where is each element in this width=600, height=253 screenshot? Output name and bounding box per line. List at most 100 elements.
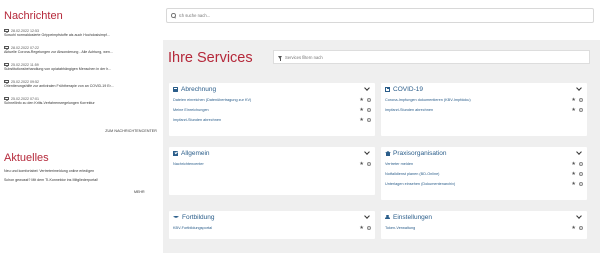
service-link[interactable]: Dateien einreichen (Datenübertragung zur… [173,98,359,102]
info-icon[interactable]: i [578,97,583,103]
mail-icon [4,45,9,50]
service-link[interactable]: Vertreter melden [385,162,571,166]
info-icon[interactable]: i [578,181,583,187]
star-icon[interactable]: ★ [359,225,363,231]
news-item[interactable]: 25.02.2022 11:59 Substitutionsbehandlung… [4,62,159,72]
search-icon [171,13,176,18]
chevron-down-icon[interactable] [364,85,370,91]
news-text[interactable]: Schnellinfo zu den Kritis-Verfahrensrege… [4,101,159,106]
update-line[interactable]: Neu und komfortabel: Vertreterimeldung o… [4,169,94,173]
service-item[interactable]: Vertreter melden ★ i [381,159,587,169]
info-icon[interactable]: i [366,117,371,123]
service-card-abrechnung: Abrechnung Dateien einreichen (Datenüber… [169,83,375,136]
card-header[interactable]: Praxisorganisation [381,147,587,159]
service-link[interactable]: Nachrichtencenter [173,162,359,166]
news-item[interactable]: 25.02.2022 09:52 Orientierungshilfe zur … [4,79,159,89]
service-item[interactable]: Notfalldienst planen (BD-Online) ★ i [381,169,587,179]
card-title: COVID-19 [393,85,423,93]
info-icon[interactable]: i [366,97,371,103]
user-icon [385,214,390,220]
mail-icon [4,28,9,33]
news-item[interactable]: 28.02.2022 12:53 Sowohl normaldosierte G… [4,28,159,38]
info-icon[interactable]: i [366,161,371,167]
star-icon[interactable]: ★ [571,97,575,103]
service-link[interactable]: Corona-Impfungen dokumentieren (KBV-Impf… [385,98,571,102]
service-link[interactable]: Notfalldienst planen (BD-Online) [385,172,571,176]
news-item[interactable]: 28.02.2022 07:22 Aktuelle Corona-Regelun… [4,45,159,55]
services-filter[interactable] [273,50,590,64]
news-section-title: Nachrichten [4,10,63,22]
updates-section-title: Aktuelles [4,152,49,164]
service-card-einstellungen: Einstellungen Token-Verwaltung ★ i [381,211,587,239]
checkbox-icon [173,150,178,156]
house-icon [385,150,391,156]
service-item[interactable]: Corona-Impfungen dokumentieren (KBV-Impf… [381,95,587,105]
star-icon[interactable]: ★ [359,161,363,167]
update-line[interactable]: Schon gewusst? Mit dem TI-Konnektor ins … [4,178,98,182]
card-header[interactable]: COVID-19 [381,83,587,95]
news-center-link[interactable]: ZUM NACHRICHTENCENTER [84,129,157,133]
mail-icon [4,96,9,101]
news-text[interactable]: Substitutionsbehandlung von opiatabhängi… [4,67,159,72]
service-card-covid-19: COVID-19 Corona-Impfungen dokumentieren … [381,83,587,136]
service-card-allgemein: Allgemein Nachrichtencenter ★ i [169,147,375,195]
info-icon[interactable]: i [578,171,583,177]
news-date: 28.02.2022 07:22 [11,45,39,50]
service-link[interactable]: Unterlagen einsehen (Dokumentenarchiv) [385,182,571,186]
service-link[interactable]: Meine Einreichungen [173,108,359,112]
card-header[interactable]: Abrechnung [169,83,375,95]
service-item[interactable]: Meine Einreichungen ★ i [169,105,375,115]
star-icon[interactable]: ★ [571,107,575,113]
news-date: 28.02.2022 12:53 [11,28,39,33]
news-text[interactable]: Orientierungshilfe zur antiviralen Früht… [4,84,159,89]
info-icon[interactable]: i [578,161,583,167]
services-title: Ihre Services [168,50,253,66]
chevron-down-icon[interactable] [576,213,582,219]
card-title: Abrechnung [181,85,217,93]
search-bar[interactable] [166,8,594,23]
service-link[interactable]: Impfarzt-Stunden abrechnen [385,108,571,112]
chevron-down-icon[interactable] [576,85,582,91]
card-header[interactable]: Allgemein [169,147,375,159]
info-icon[interactable]: i [578,107,583,113]
service-link[interactable]: KBV-Fortbildungsportal [173,226,359,230]
star-icon[interactable]: ★ [359,97,363,103]
service-link[interactable]: Impfarzt-Stunden abrechnen [173,118,359,122]
graduation-cap-icon [173,215,179,218]
service-item[interactable]: Nachrichtencenter ★ i [169,159,375,169]
service-item[interactable]: Impfarzt-Stunden abrechnen ★ i [169,115,375,125]
news-item[interactable]: 25.02.2022 07:01 Schnellinfo zu den Krit… [4,96,159,106]
star-icon[interactable]: ★ [571,181,575,187]
news-text[interactable]: Aktuelle Corona-Regelungen zur Absonderu… [4,50,159,55]
card-header[interactable]: Einstellungen [381,211,587,223]
service-item[interactable]: KBV-Fortbildungsportal ★ i [169,223,375,233]
search-input[interactable] [178,13,379,18]
service-card-fortbildung: Fortbildung KBV-Fortbildungsportal ★ i [169,211,375,239]
service-item[interactable]: Impfarzt-Stunden abrechnen ★ i [381,105,587,115]
star-icon[interactable]: ★ [571,161,575,167]
service-link[interactable]: Token-Verwaltung [385,226,571,230]
services-filter-input[interactable] [285,54,485,60]
news-date: 25.02.2022 09:52 [11,79,39,84]
star-icon[interactable]: ★ [359,117,363,123]
news-text[interactable]: Sowohl normaldosierte Grippeimpfstoffe a… [4,33,159,38]
chevron-down-icon[interactable] [364,149,370,155]
service-item[interactable]: Dateien einreichen (Datenübertragung zur… [169,95,375,105]
info-icon[interactable]: i [366,225,371,231]
info-icon[interactable]: i [578,225,583,231]
service-item[interactable]: Token-Verwaltung ★ i [381,223,587,233]
star-icon[interactable]: ★ [359,107,363,113]
card-header[interactable]: Fortbildung [169,211,375,223]
star-icon[interactable]: ★ [571,171,575,177]
news-date: 25.02.2022 07:01 [11,96,39,101]
card-title: Allgemein [181,149,210,157]
star-icon[interactable]: ★ [571,225,575,231]
calendar-icon [385,86,390,92]
left-column: Nachrichten 28.02.2022 12:53 Sowohl norm… [4,0,159,253]
more-link[interactable]: MEHR [134,190,145,194]
chevron-down-icon[interactable] [576,149,582,155]
info-icon[interactable]: i [366,107,371,113]
chevron-down-icon[interactable] [364,213,370,219]
service-card-praxisorganisation: Praxisorganisation Vertreter melden ★ i No… [381,147,587,200]
service-item[interactable]: Unterlagen einsehen (Dokumentenarchiv) ★ i [381,179,587,189]
